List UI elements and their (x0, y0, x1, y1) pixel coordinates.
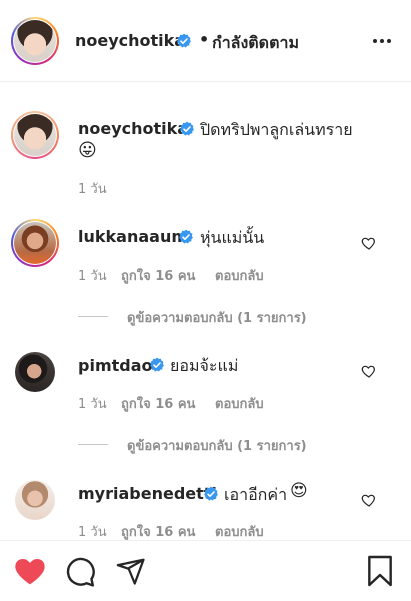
avatar-image (14, 222, 56, 264)
more-horizontal-icon[interactable] (372, 36, 392, 46)
verified-badge-icon (177, 33, 191, 48)
post-action-bar (0, 540, 411, 601)
caption-emoji: 😛 (78, 140, 97, 161)
comment-likes[interactable]: ถูกใจ 16 คน (121, 393, 195, 414)
reply-button[interactable]: ตอบกลับ (215, 265, 264, 286)
comment-avatar[interactable] (15, 352, 55, 392)
comment-avatar[interactable] (11, 219, 59, 267)
comment-time: 1 วัน (78, 269, 107, 284)
comment-username[interactable]: myriabenedetti (78, 484, 217, 503)
reply-divider (78, 316, 108, 317)
reply-button[interactable]: ตอบกลับ (215, 393, 264, 414)
comment-text: หุ่นแม่นั้น (200, 228, 265, 247)
caption-avatar[interactable] (11, 111, 59, 159)
header-username[interactable]: noeychotika (75, 31, 185, 50)
comment-time: 1 วัน (78, 397, 107, 412)
caption-text: ปิดทริปพาลูกเล่นทราย (200, 120, 353, 139)
like-comment-heart-icon[interactable] (361, 492, 377, 508)
bookmark-save-icon[interactable] (366, 555, 394, 587)
caption-username[interactable]: noeychotika (78, 119, 188, 138)
verified-badge-icon (180, 121, 194, 136)
avatar-image (14, 20, 56, 62)
comment-text: ยอมจ้ะแม่ (170, 356, 239, 375)
verified-badge-icon (150, 357, 164, 372)
header-separator: • (199, 30, 210, 49)
verified-badge-icon (179, 229, 193, 244)
view-replies-button[interactable]: ดูข้อความตอบกลับ (1 รายการ) (127, 307, 307, 328)
comment-username[interactable]: lukkanaaum (78, 227, 188, 246)
comment-avatar[interactable] (15, 480, 55, 520)
view-replies-button[interactable]: ดูข้อความตอบกลับ (1 รายการ) (127, 435, 307, 456)
avatar-image (14, 114, 56, 156)
reply-button[interactable]: ตอบกลับ (215, 521, 264, 542)
verified-badge-icon (204, 486, 218, 501)
comment-time: 1 วัน (78, 525, 107, 540)
comment-likes[interactable]: ถูกใจ 16 คน (121, 265, 195, 286)
header-avatar[interactable] (11, 17, 59, 65)
caption-time: 1 วัน (78, 182, 107, 197)
like-comment-heart-icon[interactable] (361, 235, 377, 251)
share-send-icon[interactable] (115, 556, 147, 586)
like-heart-icon[interactable] (14, 556, 46, 586)
follow-status-button[interactable]: กำลังติดตาม (212, 31, 299, 56)
comment-bubble-icon[interactable] (64, 556, 96, 588)
comment-likes[interactable]: ถูกใจ 16 คน (121, 521, 195, 542)
post-header: noeychotika • กำลังติดตาม (0, 0, 411, 82)
comment-username[interactable]: pimtdao (78, 356, 153, 375)
comment-text: เอาอีกค่า (224, 485, 288, 504)
comment-emoji: 😍 (290, 481, 308, 501)
reply-divider (78, 444, 108, 445)
like-comment-heart-icon[interactable] (361, 363, 377, 379)
